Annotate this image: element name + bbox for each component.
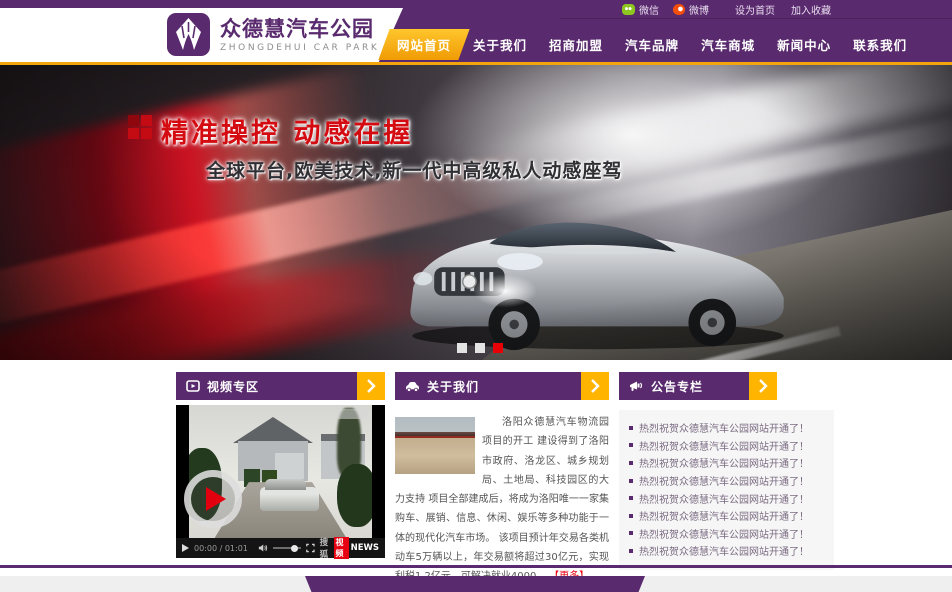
about-more-arrow-button[interactable] [581, 372, 609, 400]
volume-slider[interactable] [273, 547, 301, 549]
about-text-block: 洛阳众德慧汽车物流园项目的开工 建设得到了洛阳市政府、洛龙区、城乡规划局、土地局… [395, 413, 609, 587]
notice-item-link[interactable]: 热烈祝贺众德慧汽车公园网站开通了！ [629, 454, 826, 472]
wechat-icon [622, 4, 635, 15]
bullet-icon [629, 461, 633, 465]
thumbnail-car [260, 487, 319, 511]
bullet-icon [629, 531, 633, 535]
volume-icon[interactable] [258, 543, 268, 553]
weibo-label: 微博 [689, 2, 709, 17]
site-header: 微信 微博 设为首页 加入收藏 众德慧汽车公园 ZHONGDEHUI CAR P… [0, 0, 952, 65]
nav-item-join[interactable]: 招商加盟 [538, 28, 614, 61]
content-panels: 视频专区 [176, 372, 834, 587]
notice-item-link[interactable]: 热烈祝贺众德慧汽车公园网站开通了！ [629, 419, 826, 437]
notice-item-link[interactable]: 热烈祝贺众德慧汽车公园网站开通了！ [629, 472, 826, 490]
nav-item-news[interactable]: 新闻中心 [766, 28, 842, 61]
house-roof [233, 417, 313, 443]
hero-text-block: 精准操控 动感在握 全球平台,欧美技术,新一代中高级私人动感座驾 [128, 111, 622, 183]
next-section-title-tab: 汽车商城 [305, 576, 645, 592]
hero-vignette [0, 65, 952, 360]
bush-right [337, 464, 372, 528]
bullet-icon [629, 514, 633, 518]
bullet-icon [629, 496, 633, 500]
video-watermark [338, 409, 368, 419]
bullet-icon [629, 549, 633, 553]
video-player[interactable]: 00:00 / 01:01 搜狐 视频 NEWS [176, 405, 385, 558]
video-icon [186, 380, 200, 392]
big-play-button[interactable] [184, 470, 242, 528]
page: 微信 微博 设为首页 加入收藏 众德慧汽车公园 ZHONGDEHUI CAR P… [0, 0, 952, 592]
sohu-logo-text: 搜狐 [320, 536, 333, 560]
notice-item-link[interactable]: 热烈祝贺众德慧汽车公园网站开通了！ [629, 542, 826, 560]
sohu-video-logo: 搜狐 视频 NEWS [320, 536, 379, 560]
nav-item-contact[interactable]: 联系我们 [842, 28, 918, 61]
garage-door [275, 453, 304, 480]
logo-mark-icon [166, 12, 211, 57]
hero-banner: 精准操控 动感在握 全球平台,欧美技术,新一代中高级私人动感座驾 [0, 65, 952, 360]
play-icon [206, 487, 226, 511]
nav-item-mall[interactable]: 汽车商城 [690, 28, 766, 61]
notice-item-link[interactable]: 热烈祝贺众德慧汽车公园网站开通了！ [629, 507, 826, 525]
logo-text: 众德慧汽车公园 ZHONGDEHUI CAR PARK [220, 17, 379, 53]
notice-list: 热烈祝贺众德慧汽车公园网站开通了！ 热烈祝贺众德慧汽车公园网站开通了！ 热烈祝贺… [619, 410, 834, 570]
logo-title: 众德慧汽车公园 [220, 17, 379, 41]
notice-item-link[interactable]: 热烈祝贺众德慧汽车公园网站开通了！ [629, 525, 826, 543]
bullet-icon [629, 426, 633, 430]
video-panel-header: 视频专区 [176, 372, 385, 400]
main-nav: 网站首页 关于我们 招商加盟 汽车品牌 汽车商城 新闻中心 联系我们 [386, 27, 918, 62]
about-panel-header: 关于我们 [395, 372, 609, 400]
utility-topbar: 微信 微博 设为首页 加入收藏 [560, 0, 952, 19]
notice-panel-header: 公告专栏 [619, 372, 777, 400]
video-more-arrow-button[interactable] [357, 372, 385, 400]
carousel-dot-2[interactable] [475, 343, 485, 353]
nav-item-brands[interactable]: 汽车品牌 [614, 28, 690, 61]
notice-panel-title: 公告专栏 [651, 378, 703, 395]
bullet-icon [629, 443, 633, 447]
about-panel: 关于我们 洛阳众德慧汽车物流园项目的开工 建设得到了洛阳市政府、洛龙区、城乡规划… [395, 372, 609, 587]
video-panel: 视频专区 [176, 372, 385, 587]
section-divider-line [0, 565, 952, 568]
weibo-link[interactable]: 微博 [673, 2, 709, 17]
video-control-bar: 00:00 / 01:01 搜狐 视频 NEWS [176, 538, 385, 558]
notice-more-arrow-button[interactable] [749, 372, 777, 400]
carousel-dot-3-active[interactable] [493, 343, 503, 353]
carousel-dot-1[interactable] [457, 343, 467, 353]
hero-subline: 全球平台,欧美技术,新一代中高级私人动感座驾 [206, 156, 622, 183]
player-time: 00:00 / 01:01 [194, 544, 248, 553]
carousel-dots [457, 343, 503, 353]
video-panel-title: 视频专区 [207, 378, 259, 395]
notice-panel: 公告专栏 热烈祝贺众德慧汽车公园网站开通了！ 热烈祝贺众德慧汽车公园网站开通了！… [619, 372, 834, 587]
red-squares-icon [128, 115, 152, 139]
hero-headline: 精准操控 动感在握 [161, 111, 622, 150]
player-play-button[interactable] [182, 544, 189, 552]
set-home-link[interactable]: 设为首页 [735, 2, 775, 17]
about-photo [395, 417, 475, 474]
weibo-icon [673, 4, 685, 15]
news-logo-text: NEWS [351, 543, 379, 553]
add-favorite-link[interactable]: 加入收藏 [791, 2, 831, 17]
wechat-label: 微信 [639, 2, 659, 17]
chevron-right-icon [758, 379, 768, 393]
thumbnail-car-cabin [265, 479, 306, 490]
topbar-links: 设为首页 加入收藏 [735, 2, 831, 17]
volume-slider-knob[interactable] [291, 545, 298, 552]
wechat-link[interactable]: 微信 [622, 2, 659, 17]
nav-item-about[interactable]: 关于我们 [462, 28, 538, 61]
chevron-right-icon [590, 379, 600, 393]
fullscreen-icon[interactable] [306, 543, 315, 553]
car-icon [405, 381, 420, 392]
bullet-icon [629, 479, 633, 483]
site-logo[interactable]: 众德慧汽车公园 ZHONGDEHUI CAR PARK [166, 12, 379, 57]
notice-item-link[interactable]: 热烈祝贺众德慧汽车公园网站开通了！ [629, 437, 826, 455]
about-panel-title: 关于我们 [427, 378, 479, 395]
chevron-right-icon [366, 379, 376, 393]
notice-item-link[interactable]: 热烈祝贺众德慧汽车公园网站开通了！ [629, 489, 826, 507]
logo-subtitle: ZHONGDEHUI CAR PARK [220, 43, 379, 53]
megaphone-icon [629, 380, 644, 392]
video-logo-badge: 视频 [334, 537, 348, 559]
nav-item-home[interactable]: 网站首页 [386, 28, 462, 61]
